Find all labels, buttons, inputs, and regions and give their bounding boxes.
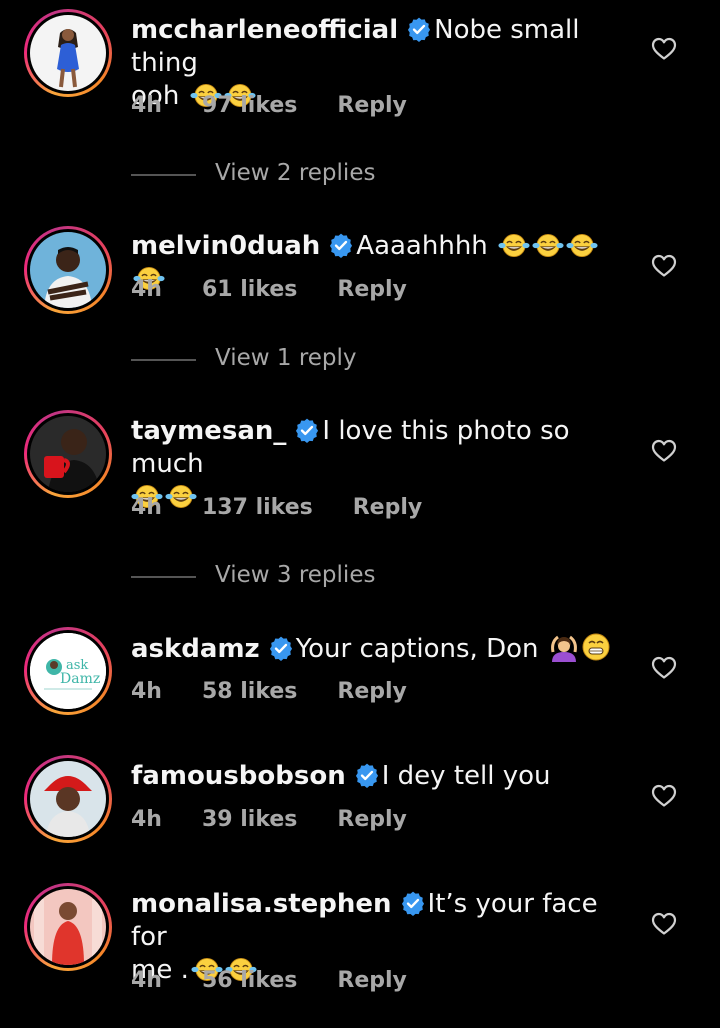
comment-time: 4h: [131, 495, 162, 520]
comment-time: 4h: [131, 277, 162, 302]
divider: [131, 576, 196, 578]
comment-meta: 4h 58 likes Reply: [131, 679, 447, 704]
likes-count[interactable]: 137 likes: [202, 495, 313, 520]
likes-count[interactable]: 97 likes: [202, 93, 297, 118]
likes-count[interactable]: 61 likes: [202, 277, 297, 302]
heart-icon[interactable]: [651, 254, 677, 278]
heart-icon[interactable]: [651, 784, 677, 808]
view-replies-label[interactable]: View 3 replies: [215, 562, 375, 588]
verified-badge-icon: [354, 762, 380, 788]
comment-meta: 4h 61 likes Reply: [131, 277, 447, 302]
verified-badge-icon: [268, 635, 294, 661]
laugh-emoji-icon: [566, 232, 598, 259]
comment-time: 4h: [131, 679, 162, 704]
reply-button[interactable]: Reply: [337, 679, 407, 704]
avatar[interactable]: [24, 226, 112, 314]
comment-body: Your captions, Don: [295, 634, 539, 664]
verified-badge-icon: [400, 890, 426, 916]
divider: [131, 174, 196, 176]
verified-badge-icon: [294, 417, 320, 443]
comment-meta: 4h 56 likes Reply: [131, 968, 447, 993]
comment-time: 4h: [131, 807, 162, 832]
comment-time: 4h: [131, 968, 162, 993]
comment-body: I dey tell you: [381, 761, 551, 791]
view-replies-label[interactable]: View 1 reply: [215, 345, 357, 371]
avatar[interactable]: ask Damz: [24, 627, 112, 715]
heart-icon[interactable]: [651, 656, 677, 680]
comment-text: askdamz Your captions, Don: [131, 632, 631, 666]
username[interactable]: melvin0duah: [131, 231, 320, 261]
reply-button[interactable]: Reply: [337, 277, 407, 302]
comment-meta: 4h 137 likes Reply: [131, 495, 462, 520]
username[interactable]: mccharleneofficial: [131, 15, 398, 45]
reply-button[interactable]: Reply: [353, 495, 423, 520]
avatar[interactable]: [24, 410, 112, 498]
comment-meta: 4h 97 likes Reply: [131, 93, 447, 118]
laugh-emoji-icon: [532, 232, 564, 259]
heart-icon[interactable]: [651, 912, 677, 936]
view-replies-label[interactable]: View 2 replies: [215, 160, 375, 186]
reply-button[interactable]: Reply: [337, 807, 407, 832]
person-gesturing-emoji-icon: [549, 632, 579, 662]
reply-button[interactable]: Reply: [337, 968, 407, 993]
username[interactable]: askdamz: [131, 634, 260, 664]
verified-badge-icon: [406, 16, 432, 42]
laugh-emoji-icon: [498, 232, 530, 259]
heart-icon[interactable]: [651, 439, 677, 463]
divider: [131, 359, 196, 361]
likes-count[interactable]: 39 likes: [202, 807, 297, 832]
comment-time: 4h: [131, 93, 162, 118]
avatar[interactable]: [24, 883, 112, 971]
username[interactable]: famousbobson: [131, 761, 346, 791]
username[interactable]: taymesan_: [131, 416, 286, 446]
comment-meta: 4h 39 likes Reply: [131, 807, 447, 832]
likes-count[interactable]: 58 likes: [202, 679, 297, 704]
comment-text: famousbobson I dey tell you: [131, 760, 631, 793]
username[interactable]: monalisa.stephen: [131, 889, 392, 919]
reply-button[interactable]: Reply: [337, 93, 407, 118]
verified-badge-icon: [328, 232, 354, 258]
avatar-logo-text: Damz: [60, 671, 100, 687]
avatar[interactable]: [24, 9, 112, 97]
avatar[interactable]: [24, 755, 112, 843]
likes-count[interactable]: 56 likes: [202, 968, 297, 993]
comment-body: Aaaahhhh: [356, 231, 488, 261]
grin-emoji-icon: [581, 632, 611, 662]
heart-icon[interactable]: [651, 37, 677, 61]
